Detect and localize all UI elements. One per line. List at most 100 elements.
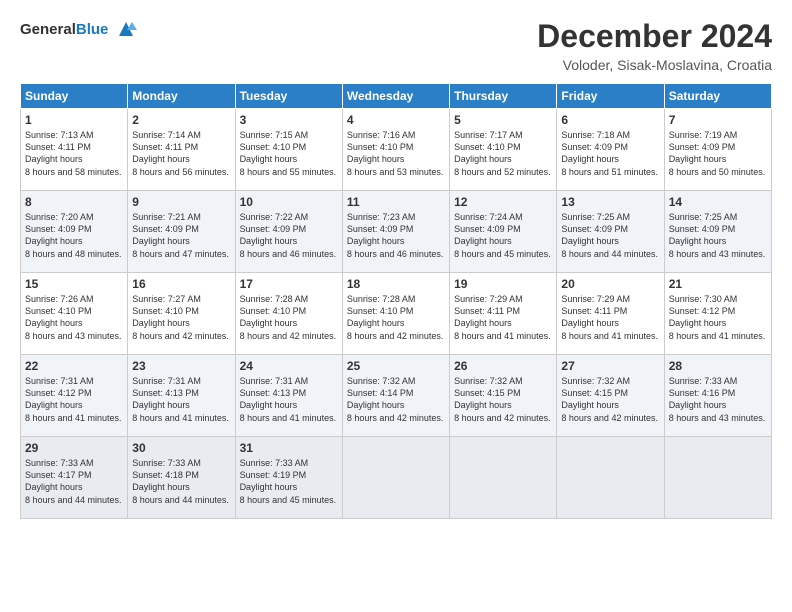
logo-text: GeneralBlue <box>20 21 108 38</box>
daylight-label: Daylight hours <box>561 153 659 165</box>
calendar-cell: 20 Sunrise: 7:29 AM Sunset: 4:11 PM Dayl… <box>557 273 664 355</box>
daylight-duration: 8 hours and 43 minutes. <box>25 330 123 342</box>
sunset-info: Sunset: 4:17 PM <box>25 469 123 481</box>
sunset-info: Sunset: 4:11 PM <box>132 141 230 153</box>
day-number: 17 <box>240 276 338 292</box>
sunset-info: Sunset: 4:18 PM <box>132 469 230 481</box>
sunrise-info: Sunrise: 7:33 AM <box>240 457 338 469</box>
daylight-duration: 8 hours and 50 minutes. <box>669 166 767 178</box>
daylight-label: Daylight hours <box>347 399 445 411</box>
daylight-duration: 8 hours and 52 minutes. <box>454 166 552 178</box>
calendar-cell: 22 Sunrise: 7:31 AM Sunset: 4:12 PM Dayl… <box>21 355 128 437</box>
calendar-cell: 7 Sunrise: 7:19 AM Sunset: 4:09 PM Dayli… <box>664 109 771 191</box>
col-friday: Friday <box>557 84 664 109</box>
calendar-cell: 5 Sunrise: 7:17 AM Sunset: 4:10 PM Dayli… <box>450 109 557 191</box>
daylight-label: Daylight hours <box>454 399 552 411</box>
sunset-info: Sunset: 4:10 PM <box>25 305 123 317</box>
sunrise-info: Sunrise: 7:23 AM <box>347 211 445 223</box>
day-number: 12 <box>454 194 552 210</box>
sunrise-info: Sunrise: 7:32 AM <box>454 375 552 387</box>
sunset-info: Sunset: 4:09 PM <box>669 223 767 235</box>
sunrise-info: Sunrise: 7:25 AM <box>669 211 767 223</box>
col-sunday: Sunday <box>21 84 128 109</box>
calendar-cell <box>664 437 771 519</box>
sunrise-info: Sunrise: 7:26 AM <box>25 293 123 305</box>
day-number: 28 <box>669 358 767 374</box>
sunset-info: Sunset: 4:19 PM <box>240 469 338 481</box>
daylight-duration: 8 hours and 42 minutes. <box>454 412 552 424</box>
col-tuesday: Tuesday <box>235 84 342 109</box>
calendar-cell: 15 Sunrise: 7:26 AM Sunset: 4:10 PM Dayl… <box>21 273 128 355</box>
daylight-label: Daylight hours <box>561 317 659 329</box>
sunrise-info: Sunrise: 7:32 AM <box>347 375 445 387</box>
col-thursday: Thursday <box>450 84 557 109</box>
day-number: 19 <box>454 276 552 292</box>
daylight-duration: 8 hours and 42 minutes. <box>347 412 445 424</box>
sunrise-info: Sunrise: 7:30 AM <box>669 293 767 305</box>
sunset-info: Sunset: 4:13 PM <box>240 387 338 399</box>
sunrise-info: Sunrise: 7:18 AM <box>561 129 659 141</box>
col-wednesday: Wednesday <box>342 84 449 109</box>
daylight-label: Daylight hours <box>669 235 767 247</box>
daylight-duration: 8 hours and 44 minutes. <box>132 494 230 506</box>
daylight-duration: 8 hours and 42 minutes. <box>561 412 659 424</box>
daylight-duration: 8 hours and 45 minutes. <box>454 248 552 260</box>
daylight-label: Daylight hours <box>669 399 767 411</box>
sunset-info: Sunset: 4:09 PM <box>347 223 445 235</box>
day-number: 27 <box>561 358 659 374</box>
location: Voloder, Sisak-Moslavina, Croatia <box>537 57 772 73</box>
sunset-info: Sunset: 4:13 PM <box>132 387 230 399</box>
daylight-label: Daylight hours <box>347 153 445 165</box>
sunrise-info: Sunrise: 7:16 AM <box>347 129 445 141</box>
sunrise-info: Sunrise: 7:28 AM <box>347 293 445 305</box>
sunrise-info: Sunrise: 7:21 AM <box>132 211 230 223</box>
daylight-duration: 8 hours and 53 minutes. <box>347 166 445 178</box>
daylight-duration: 8 hours and 45 minutes. <box>240 494 338 506</box>
day-number: 29 <box>25 440 123 456</box>
calendar-cell: 8 Sunrise: 7:20 AM Sunset: 4:09 PM Dayli… <box>21 191 128 273</box>
calendar-week-2: 8 Sunrise: 7:20 AM Sunset: 4:09 PM Dayli… <box>21 191 772 273</box>
daylight-duration: 8 hours and 55 minutes. <box>240 166 338 178</box>
sunset-info: Sunset: 4:09 PM <box>561 141 659 153</box>
calendar-cell: 18 Sunrise: 7:28 AM Sunset: 4:10 PM Dayl… <box>342 273 449 355</box>
sunset-info: Sunset: 4:10 PM <box>347 305 445 317</box>
day-number: 7 <box>669 112 767 128</box>
day-number: 22 <box>25 358 123 374</box>
daylight-duration: 8 hours and 44 minutes. <box>561 248 659 260</box>
sunset-info: Sunset: 4:11 PM <box>25 141 123 153</box>
sunrise-info: Sunrise: 7:33 AM <box>25 457 123 469</box>
daylight-label: Daylight hours <box>454 235 552 247</box>
logo: GeneralBlue <box>20 18 141 42</box>
sunset-info: Sunset: 4:10 PM <box>454 141 552 153</box>
sunrise-info: Sunrise: 7:17 AM <box>454 129 552 141</box>
calendar-cell: 21 Sunrise: 7:30 AM Sunset: 4:12 PM Dayl… <box>664 273 771 355</box>
calendar-cell: 29 Sunrise: 7:33 AM Sunset: 4:17 PM Dayl… <box>21 437 128 519</box>
sunrise-info: Sunrise: 7:31 AM <box>240 375 338 387</box>
calendar-page: GeneralBlue December 2024 Voloder, Sisak… <box>0 0 792 612</box>
day-number: 31 <box>240 440 338 456</box>
calendar-cell: 25 Sunrise: 7:32 AM Sunset: 4:14 PM Dayl… <box>342 355 449 437</box>
calendar-cell: 19 Sunrise: 7:29 AM Sunset: 4:11 PM Dayl… <box>450 273 557 355</box>
sunset-info: Sunset: 4:09 PM <box>132 223 230 235</box>
daylight-label: Daylight hours <box>561 399 659 411</box>
daylight-duration: 8 hours and 41 minutes. <box>132 412 230 424</box>
sunset-info: Sunset: 4:15 PM <box>454 387 552 399</box>
sunset-info: Sunset: 4:10 PM <box>240 305 338 317</box>
sunrise-info: Sunrise: 7:19 AM <box>669 129 767 141</box>
daylight-label: Daylight hours <box>25 481 123 493</box>
logo-icon <box>111 14 141 42</box>
sunrise-info: Sunrise: 7:29 AM <box>454 293 552 305</box>
day-number: 18 <box>347 276 445 292</box>
sunset-info: Sunset: 4:09 PM <box>240 223 338 235</box>
calendar-cell: 4 Sunrise: 7:16 AM Sunset: 4:10 PM Dayli… <box>342 109 449 191</box>
day-number: 11 <box>347 194 445 210</box>
calendar-cell <box>557 437 664 519</box>
sunset-info: Sunset: 4:15 PM <box>561 387 659 399</box>
daylight-label: Daylight hours <box>240 317 338 329</box>
calendar-cell: 24 Sunrise: 7:31 AM Sunset: 4:13 PM Dayl… <box>235 355 342 437</box>
daylight-label: Daylight hours <box>25 399 123 411</box>
month-title: December 2024 <box>537 18 772 55</box>
daylight-label: Daylight hours <box>132 399 230 411</box>
daylight-label: Daylight hours <box>132 481 230 493</box>
sunrise-info: Sunrise: 7:13 AM <box>25 129 123 141</box>
